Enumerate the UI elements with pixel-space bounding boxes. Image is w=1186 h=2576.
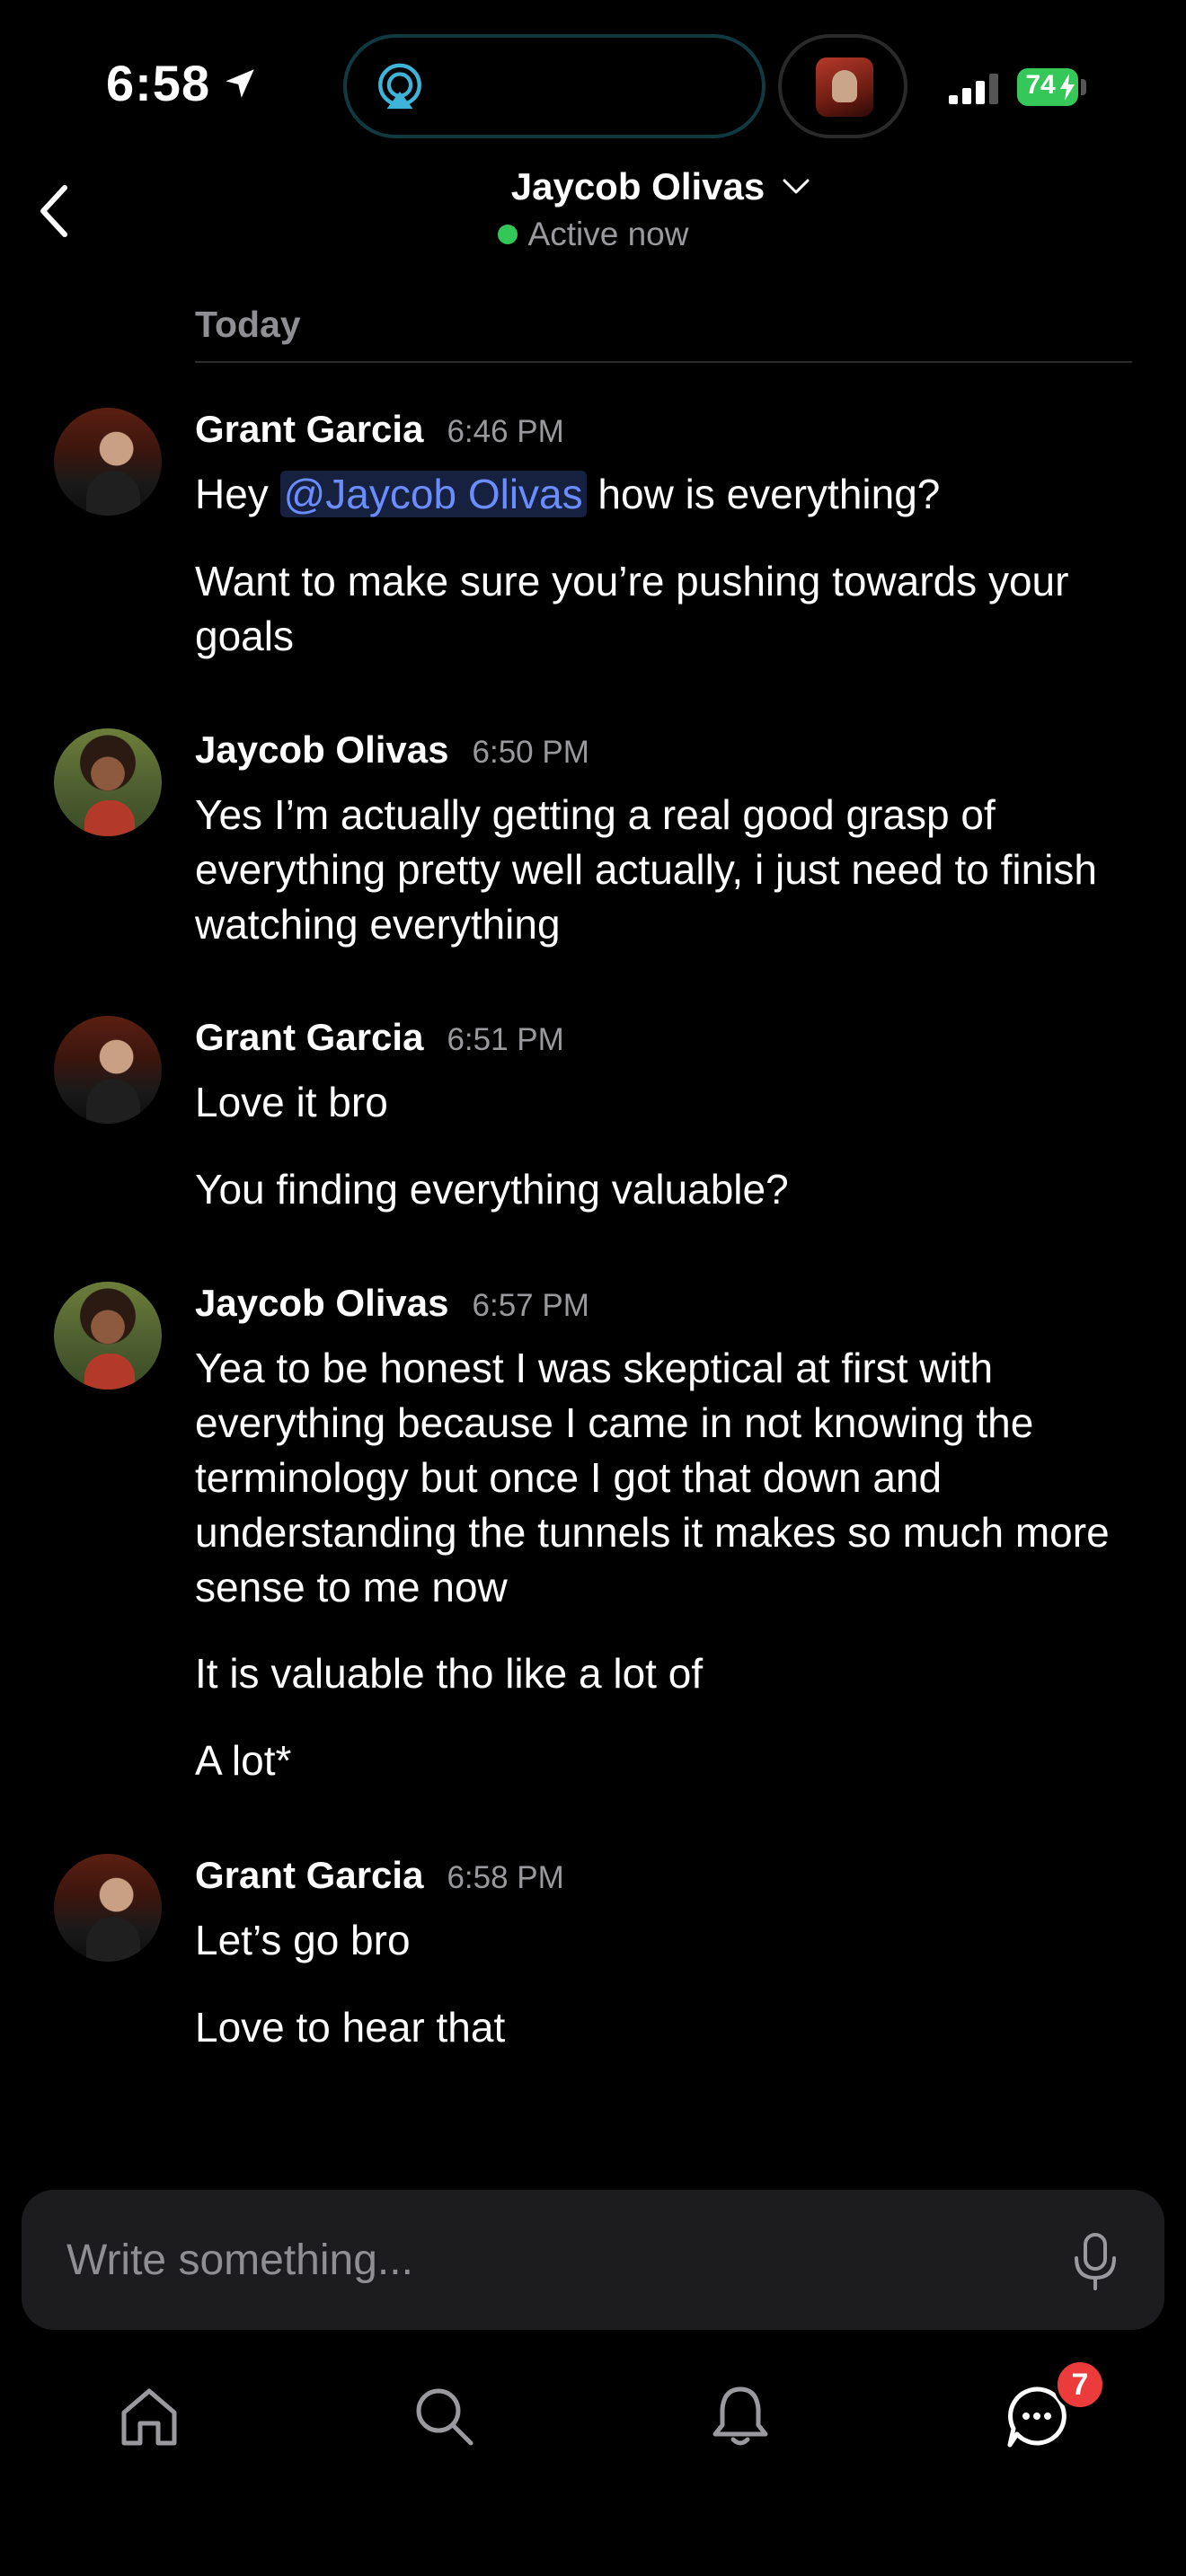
message-input[interactable]: [66, 2190, 1037, 2330]
chat-unread-badge: 7: [1054, 2359, 1106, 2411]
message-text[interactable]: Love to hear that: [195, 2000, 1129, 2055]
message-text[interactable]: It is valuable tho like a lot of: [195, 1646, 1129, 1701]
battery-level: 74: [1025, 70, 1056, 100]
bell-icon[interactable]: [706, 2382, 774, 2450]
message-timestamp: 6:51 PM: [447, 1022, 564, 1057]
battery-cap: [1081, 79, 1086, 95]
sender-name[interactable]: Grant Garcia: [195, 1854, 423, 1897]
now-playing-island[interactable]: [778, 34, 907, 138]
status-bar: 6:58 74: [0, 0, 1186, 171]
location-arrow-icon: [226, 69, 254, 98]
conversation-title: Jaycob Olivas: [510, 165, 766, 207]
message-text[interactable]: Yes I’m actually getting a real good gra…: [195, 788, 1129, 952]
sender-name[interactable]: Jaycob Olivas: [195, 728, 449, 772]
home-icon[interactable]: [115, 2382, 183, 2450]
charging-bolt-icon: [1060, 74, 1075, 101]
airplay-icon: [378, 63, 421, 110]
message-text[interactable]: Want to make sure you’re pushing towards…: [195, 554, 1129, 664]
avatar[interactable]: [54, 1016, 162, 1124]
message-timestamp: 6:58 PM: [447, 1860, 564, 1895]
message-text[interactable]: Hey @Jaycob Olivas how is everything?: [195, 467, 1129, 522]
message-text-segment: Hey: [195, 471, 280, 517]
message-timestamp: 6:50 PM: [472, 735, 589, 770]
day-divider-line: [195, 361, 1132, 363]
avatar[interactable]: [54, 408, 162, 516]
album-art-thumbnail: [816, 57, 873, 117]
dynamic-island[interactable]: [343, 34, 766, 138]
message-text[interactable]: Yea to be honest I was skeptical at firs…: [195, 1341, 1129, 1615]
message-text[interactable]: You finding everything valuable?: [195, 1162, 1129, 1217]
day-divider-label: Today: [195, 304, 301, 345]
sender-name[interactable]: Grant Garcia: [195, 408, 423, 451]
avatar[interactable]: [54, 1854, 162, 1962]
avatar[interactable]: [54, 1282, 162, 1389]
message-composer: [22, 2190, 1164, 2330]
signal-icon: [949, 74, 998, 104]
message-timestamp: 6:57 PM: [472, 1288, 589, 1323]
conversation-header[interactable]: Jaycob Olivas Active now: [0, 165, 1186, 253]
active-status-dot: [497, 225, 518, 244]
message-text[interactable]: A lot*: [195, 1734, 1129, 1788]
sender-name[interactable]: Jaycob Olivas: [195, 1282, 449, 1325]
chevron-down-icon: [783, 179, 810, 194]
tab-bar: [0, 2335, 1186, 2488]
microphone-icon[interactable]: [1071, 2233, 1120, 2290]
message-text[interactable]: Let’s go bro: [195, 1913, 1129, 1968]
message-text[interactable]: Love it bro: [195, 1075, 1129, 1130]
active-status-text: Active now: [527, 216, 689, 252]
search-icon[interactable]: [410, 2382, 478, 2450]
message-text-segment: how is everything?: [586, 471, 941, 517]
sender-name[interactable]: Grant Garcia: [195, 1016, 423, 1059]
avatar[interactable]: [54, 728, 162, 836]
battery-icon: 74: [1017, 68, 1078, 106]
message-timestamp: 6:46 PM: [447, 414, 564, 449]
user-mention[interactable]: @Jaycob Olivas: [279, 471, 587, 517]
status-time: 6:58: [106, 55, 211, 111]
